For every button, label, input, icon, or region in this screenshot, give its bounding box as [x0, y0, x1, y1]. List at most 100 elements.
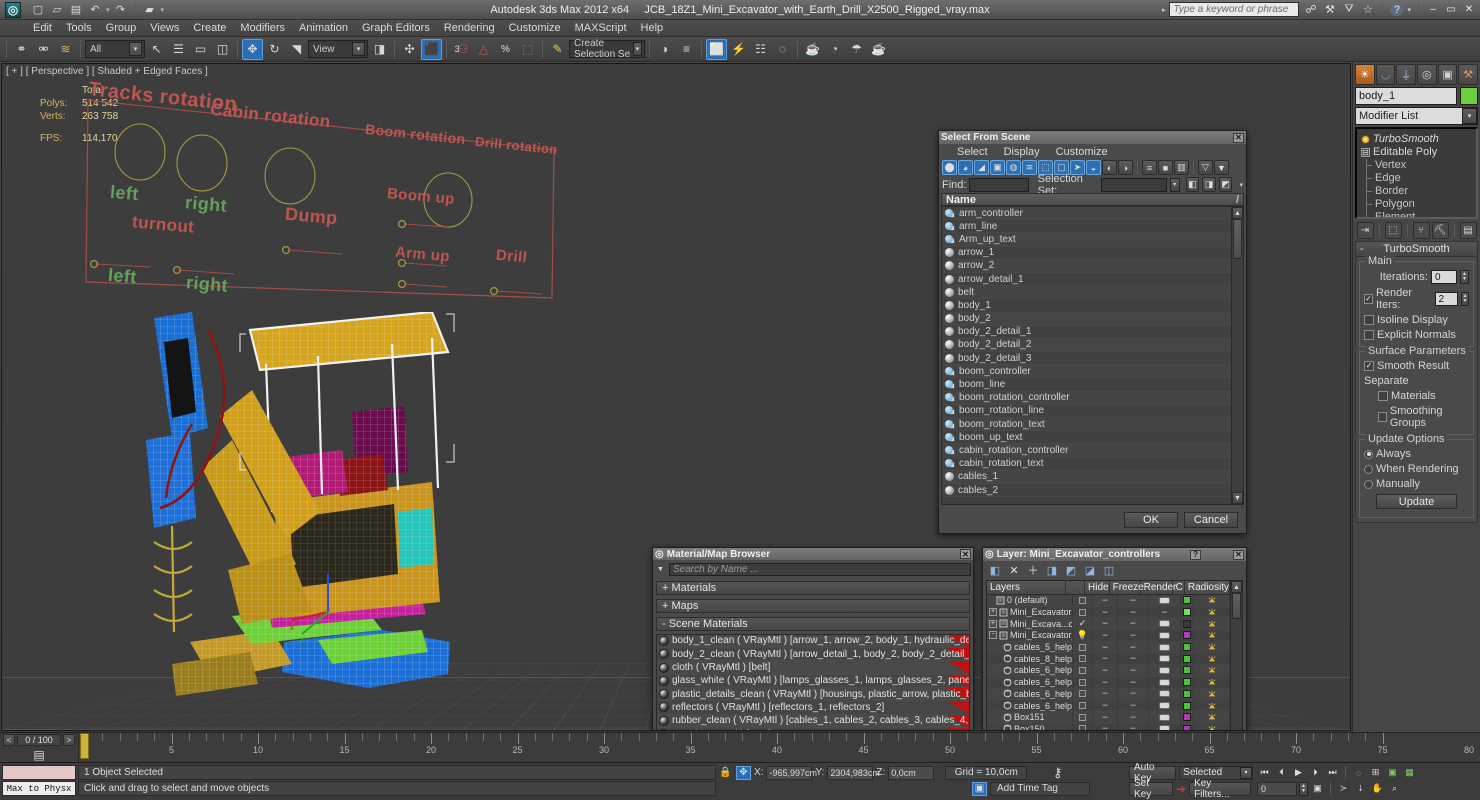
update-manually-radio[interactable]	[1364, 479, 1373, 489]
layer-radiosity-cell[interactable]	[1194, 630, 1230, 641]
update-button[interactable]: Update	[1376, 494, 1457, 509]
scene-object-row[interactable]: arrow_detail_1	[942, 272, 1231, 287]
curve-editor-icon[interactable]: ☷	[750, 39, 771, 60]
layer-active-checkbox[interactable]	[1079, 655, 1086, 663]
bind-to-space-warp-icon[interactable]: ≋	[55, 39, 76, 60]
close-button[interactable]: ✕	[1462, 3, 1476, 17]
smoothing-groups-checkbox[interactable]	[1378, 412, 1387, 422]
layer-hide-cell[interactable]: ━	[1093, 618, 1118, 630]
new-file-icon[interactable]: ▢	[30, 2, 46, 18]
layer-radiosity-cell[interactable]	[1194, 665, 1230, 676]
sfs-options-arrow-icon[interactable]: ▾	[1239, 181, 1243, 189]
select-by-name-icon[interactable]: ☰	[168, 39, 189, 60]
layer-freeze-cell[interactable]: ━	[1118, 700, 1149, 711]
time-slider[interactable]	[80, 733, 89, 759]
render-iters-spinner[interactable]: ▲ ▼	[1460, 292, 1469, 306]
sfs-vertical-scrollbar[interactable]: ▲ ▼	[1231, 207, 1243, 504]
layer-render-cell[interactable]	[1149, 595, 1181, 606]
collapse-all-icon[interactable]: ■	[1158, 160, 1173, 175]
menu-rendering[interactable]: Rendering	[437, 21, 502, 35]
layer-radiosity-cell[interactable]	[1194, 688, 1230, 700]
render-setup-icon[interactable]: ◔	[824, 39, 845, 60]
object-name-field[interactable]: body_1	[1355, 87, 1457, 105]
layer-render-cell[interactable]	[1149, 665, 1181, 676]
menu-views[interactable]: Views	[143, 21, 186, 35]
layer-color-cell[interactable]	[1181, 618, 1194, 630]
previous-frame-button[interactable]: <	[3, 734, 15, 747]
layer-title-bar[interactable]: ◎ Layer: Mini_Excavator_controllers ? ✕	[983, 548, 1246, 561]
select-and-rotate-icon[interactable]: ↻	[264, 39, 285, 60]
scene-object-row[interactable]: cables_2	[942, 483, 1231, 498]
close-icon[interactable]: ✕	[960, 549, 971, 560]
layer-hide-cell[interactable]: ━	[1093, 630, 1118, 641]
sfs-column-header[interactable]: Name /	[941, 193, 1244, 206]
layer-row[interactable]: Box150 ━ ━	[987, 723, 1230, 730]
layer-grid[interactable]: Layers Hide Freeze Render C Radiosity 0 …	[986, 580, 1243, 730]
max-to-physx-label[interactable]: Max to Physx	[2, 781, 76, 796]
stack-sub-edge[interactable]: Edge	[1359, 172, 1474, 185]
expand-selected-icon[interactable]: ▥	[1174, 160, 1189, 175]
select-and-link-icon[interactable]: ⚭	[11, 39, 32, 60]
isoline-display-checkbox[interactable]	[1364, 315, 1374, 325]
layer-manager[interactable]: ◎ Layer: Mini_Excavator_controllers ? ✕ …	[982, 547, 1247, 730]
selection-filter-combo[interactable]: All ▾	[85, 40, 145, 58]
scene-object-row[interactable]: cabin_rotation_controller	[942, 444, 1231, 458]
open-mini-curve-editor[interactable]: ▤	[0, 748, 78, 762]
expand-toggle-icon[interactable]: +	[989, 608, 997, 617]
next-frame-icon[interactable]: ⏵	[1308, 766, 1323, 780]
layer-row[interactable]: 0 (default) ━ ━	[987, 595, 1230, 607]
update-when-rendering-radio[interactable]	[1364, 464, 1373, 474]
layer-color-cell[interactable]	[1181, 711, 1194, 723]
layer-color-cell[interactable]	[1181, 595, 1194, 606]
scene-material-row[interactable]: reflectors ( VRayMtl ) [reflectors_1, re…	[657, 701, 969, 715]
layer-manager-icon[interactable]: ⬜	[706, 38, 727, 60]
layer-name-cell[interactable]: cables_8_helper	[987, 653, 1073, 665]
layer-render-cell[interactable]	[1149, 676, 1181, 688]
layer-active-cell[interactable]	[1073, 688, 1093, 700]
scene-object-row[interactable]: arm_line	[942, 220, 1231, 234]
layer-color-cell[interactable]	[1181, 688, 1194, 700]
layer-hide-cell[interactable]: ━	[1093, 606, 1118, 618]
layer-freeze-cell[interactable]: ━	[1118, 723, 1149, 730]
select-and-move-icon[interactable]: ✥	[242, 38, 263, 60]
set-key-pointer-icon[interactable]: ➔	[1176, 782, 1186, 796]
layer-active-cell[interactable]: 💡	[1073, 630, 1093, 641]
zoom-extents-icon[interactable]: ▣	[1385, 766, 1400, 780]
layer-active-cell[interactable]	[1073, 653, 1093, 665]
layer-render-cell[interactable]	[1149, 688, 1181, 700]
schematic-view-icon[interactable]: ◌	[772, 39, 793, 60]
layer-active-checkbox[interactable]	[1079, 702, 1086, 710]
layer-name-cell[interactable]: + Mini_Excava...contr	[987, 618, 1073, 630]
layer-row[interactable]: + Mini_Excavator ━ ━ ━	[987, 606, 1230, 619]
stack-item-turbosmooth[interactable]: TurboSmooth	[1359, 131, 1474, 146]
layer-active-cell[interactable]	[1073, 665, 1093, 676]
explicit-normals-checkbox[interactable]	[1364, 330, 1374, 340]
layer-hide-cell[interactable]: ━	[1093, 595, 1118, 606]
align-icon[interactable]: ≡	[676, 39, 697, 60]
sfs-menu-display[interactable]: Display	[996, 145, 1048, 159]
scroll-thumb[interactable]	[1232, 593, 1241, 619]
layer-active-checkbox[interactable]	[1079, 725, 1086, 730]
search-input[interactable]: Type a keyword or phrase	[1169, 2, 1300, 17]
layer-row[interactable]: +Mini_Excava...contr✓━━	[987, 618, 1230, 631]
walk-through-icon[interactable]: ⭣	[1353, 782, 1368, 796]
search-input[interactable]: Search by Name ...	[669, 563, 971, 577]
scroll-down-icon[interactable]: ▼	[1232, 492, 1243, 504]
subscription-icon[interactable]: ⛛	[1341, 2, 1356, 17]
select-and-scale-icon[interactable]: ◥	[286, 39, 307, 60]
remove-modifier-icon[interactable]: ⛏	[1431, 221, 1449, 239]
close-icon[interactable]: ✕	[1232, 549, 1244, 560]
expand-icon[interactable]: ⊟	[1361, 148, 1370, 157]
layer-radiosity-cell[interactable]	[1194, 641, 1230, 653]
excavator-model[interactable]: x y	[132, 310, 482, 730]
time-spinner[interactable]: ▲ ▼	[1299, 781, 1308, 796]
chevron-down-icon[interactable]: ▾	[632, 42, 642, 56]
add-time-tag-icon[interactable]: ▣	[972, 781, 987, 796]
iterations-spinner[interactable]: ▲ ▼	[1460, 270, 1469, 284]
selection-set-input[interactable]	[1101, 177, 1167, 192]
layer-active-cell[interactable]	[1073, 676, 1093, 688]
scroll-thumb[interactable]	[1233, 219, 1242, 259]
go-to-end-icon[interactable]: ⏭	[1325, 766, 1340, 780]
scene-materials-list[interactable]: body_1_clean ( VRayMtl ) [arrow_1, arrow…	[656, 633, 970, 730]
layer-active-checkbox[interactable]	[1079, 596, 1086, 604]
